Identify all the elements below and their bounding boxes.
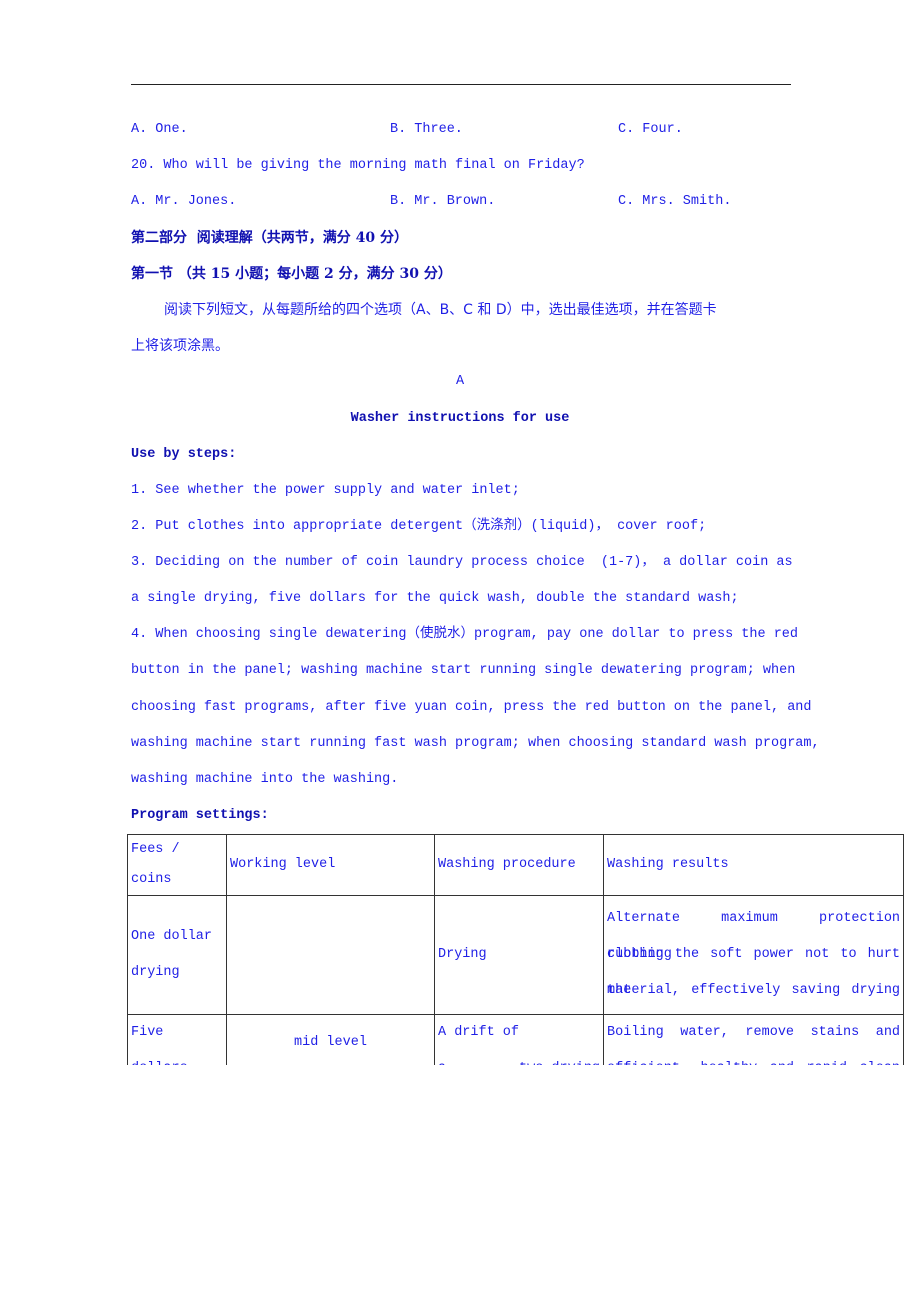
q19-option-c: C. Four. xyxy=(618,122,683,137)
instructions-line: 阅读下列短文，从每题所给的四个选项（A、B、C 和 D）中，选出最佳选项，并在答… xyxy=(164,302,717,318)
header-cell: Working level xyxy=(226,834,435,896)
table-header-row: Fees / coins Working level Washing proce… xyxy=(127,834,905,896)
results-cell: Alternate maximum protection clothing ru… xyxy=(603,895,905,1015)
step-line: 4. When choosing single dewatering（使脱水）p… xyxy=(131,627,798,642)
section1-heading: 第一节 （共 15 小题；每小题 2 分，满分 30 分） xyxy=(131,266,452,282)
q19-option-b: B. Three. xyxy=(390,122,463,137)
cell-line: rubbing the soft power not to hurt the xyxy=(607,947,901,998)
q19-option-a: A. One. xyxy=(131,122,188,137)
step-line: washing machine into the washing. xyxy=(131,772,399,787)
cell-line: A drift of xyxy=(438,1025,520,1040)
cell-line: Alternate maximum protection clothing xyxy=(607,911,901,962)
passage-letter: A xyxy=(455,374,465,389)
passage-title: Washer instructions for use xyxy=(350,411,570,426)
page-bottom-blank xyxy=(0,1065,920,1305)
step-line: 3. Deciding on the number of coin laundr… xyxy=(131,555,793,570)
step-line: 1. See whether the power supply and wate… xyxy=(131,483,520,498)
part2-heading: 第二部分 阅读理解（共两节，满分 40 分） xyxy=(131,230,408,246)
procedure-cell: Drying xyxy=(433,895,605,1015)
step-line: washing machine start running fast wash … xyxy=(131,736,820,751)
fees-cell: One dollar drying xyxy=(127,895,227,1015)
cell-line: material, effectively saving drying xyxy=(607,983,901,998)
instructions-line: 上将该项涂黑。 xyxy=(131,338,229,354)
level-cell xyxy=(226,895,435,1015)
step-line: choosing fast programs, after five yuan … xyxy=(131,700,812,715)
header-cell: Fees / coins xyxy=(127,834,227,896)
step-line: a single drying, five dollars for the qu… xyxy=(131,591,739,606)
header-cell: Washing procedure xyxy=(433,834,605,896)
program-heading: Program settings: xyxy=(131,808,269,823)
q20-option-c: C. Mrs. Smith. xyxy=(618,194,732,209)
header-cell: Washing results xyxy=(603,834,905,896)
header-rule xyxy=(131,84,791,85)
cell-line: Five xyxy=(131,1025,164,1040)
table-row: One dollar drying Drying Alternate maxim… xyxy=(127,895,905,1015)
q20-question: 20. Who will be giving the morning math … xyxy=(131,158,585,173)
q20-option-b: B. Mr. Brown. xyxy=(390,194,496,209)
cell-line: One dollar xyxy=(131,929,213,944)
steps-heading: Use by steps: xyxy=(131,447,237,462)
q20-option-a: A. Mr. Jones. xyxy=(131,194,237,209)
cell-line: drying xyxy=(131,965,180,980)
cell-line: Boiling water, remove stains and xyxy=(607,1025,901,1040)
step-line: 2. Put clothes into appropriate detergen… xyxy=(131,519,707,534)
step-line: button in the panel; washing machine sta… xyxy=(131,663,796,678)
